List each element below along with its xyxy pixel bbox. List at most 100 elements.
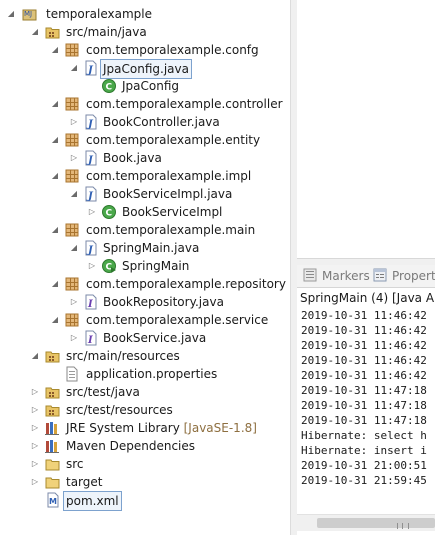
console-output[interactable]: 2019-10-31 11:46:42 2019-10-31 11:46:42 … bbox=[297, 306, 435, 514]
scrollbar-thumb[interactable] bbox=[317, 518, 435, 529]
expand-icon[interactable]: ▷ bbox=[30, 473, 40, 491]
tree-row-pkg-confg[interactable]: ◢ com.temporalexample.confg bbox=[0, 41, 290, 59]
expand-icon[interactable]: ▷ bbox=[30, 383, 40, 401]
collapse-icon[interactable]: ◢ bbox=[50, 41, 60, 59]
tree-label: SpringMain bbox=[122, 259, 190, 273]
expand-icon[interactable]: ▷ bbox=[30, 437, 40, 455]
tree-row-bookserviceimpl-java[interactable]: ◢ J BookServiceImpl.java bbox=[0, 185, 290, 203]
tree-row-pkg-service[interactable]: ◢ com.temporalexample.service bbox=[0, 311, 290, 329]
properties-icon bbox=[373, 267, 387, 282]
collapse-icon[interactable]: ◢ bbox=[50, 221, 60, 239]
runnable-class-icon: C bbox=[101, 258, 117, 274]
editor-area bbox=[297, 0, 435, 259]
tree-row-springmain-java[interactable]: ◢ J SpringMain.java bbox=[0, 239, 290, 257]
expand-icon[interactable]: ▷ bbox=[30, 419, 40, 437]
tree-label: src/main/java bbox=[66, 25, 147, 39]
expand-icon[interactable]: ▷ bbox=[69, 113, 79, 131]
tree-row-application-properties[interactable]: application.properties bbox=[0, 365, 290, 383]
jre-library-name: JRE System Library bbox=[66, 421, 180, 435]
java-file-icon: J bbox=[83, 114, 99, 130]
tree-row-maven-dependencies[interactable]: ▷ Maven Dependencies bbox=[0, 437, 290, 455]
tree-row-jpaconfig-java[interactable]: ◢ J JpaConfig.java bbox=[0, 59, 290, 79]
tree-row-pkg-controller[interactable]: ◢ com.temporalexample.controller bbox=[0, 95, 290, 113]
tree-row-bookrepository-java[interactable]: ▷ I BookRepository.java bbox=[0, 293, 290, 311]
tree-label: com.temporalexample.confg bbox=[86, 43, 259, 57]
tree-row-pkg-entity[interactable]: ◢ com.temporalexample.entity bbox=[0, 131, 290, 149]
tree-label: src/test/java bbox=[66, 385, 140, 399]
console-line: 2019-10-31 11:46:42 bbox=[301, 309, 427, 322]
console-line: 2019-10-31 11:46:42 bbox=[301, 339, 427, 352]
collapse-icon[interactable]: ◢ bbox=[69, 59, 79, 77]
tree-row-src-main-java[interactable]: ◢ src/main/java bbox=[0, 23, 290, 41]
markers-icon bbox=[303, 267, 317, 282]
java-file-icon: J bbox=[83, 186, 99, 202]
tree-row-pkg-repository[interactable]: ◢ com.temporalexample.repository bbox=[0, 275, 290, 293]
tree-label: com.temporalexample.repository bbox=[86, 277, 286, 291]
tree-row-target[interactable]: ▷ target bbox=[0, 473, 290, 491]
tree-row-jpaconfig-class[interactable]: C JpaConfig bbox=[0, 77, 290, 95]
collapse-icon[interactable]: ◢ bbox=[50, 95, 60, 113]
expand-icon[interactable]: ▷ bbox=[69, 149, 79, 167]
tree-row-src-main-resources[interactable]: ◢ src/main/resources bbox=[0, 347, 290, 365]
console-line: Hibernate: select h bbox=[301, 429, 427, 442]
expand-icon[interactable]: ▷ bbox=[69, 293, 79, 311]
project-label: temporalexample bbox=[46, 7, 153, 21]
tab-properties[interactable]: Properti bbox=[373, 265, 435, 287]
tree-row-src[interactable]: ▷ src bbox=[0, 455, 290, 473]
class-icon: C bbox=[101, 78, 117, 94]
console-line: 2019-10-31 11:47:18 bbox=[301, 414, 427, 427]
source-folder-icon bbox=[45, 384, 61, 400]
interface-file-icon: I bbox=[83, 294, 99, 310]
collapse-icon[interactable]: ◢ bbox=[30, 23, 40, 41]
tree-label: JpaConfig bbox=[122, 79, 180, 93]
tree-label: com.temporalexample.controller bbox=[86, 97, 283, 111]
collapse-icon[interactable]: ◢ bbox=[30, 347, 40, 365]
tree-row-pkg-impl[interactable]: ◢ com.temporalexample.impl bbox=[0, 167, 290, 185]
folder-icon bbox=[45, 456, 61, 472]
tree-row-pkg-main[interactable]: ◢ com.temporalexample.main bbox=[0, 221, 290, 239]
bottom-panel-tabbar: Markers Properti bbox=[297, 265, 435, 288]
sash-divider[interactable] bbox=[290, 0, 297, 535]
tree-row-src-test-java[interactable]: ▷ src/test/java bbox=[0, 383, 290, 401]
tree-row-pom-xml[interactable]: M pom.xml bbox=[0, 491, 290, 511]
console-line: 2019-10-31 11:46:42 bbox=[301, 369, 427, 382]
tree-row-project[interactable]: ◢ MJ temporalexample bbox=[0, 5, 290, 23]
class-icon: C bbox=[101, 204, 117, 220]
svg-text:C: C bbox=[106, 209, 113, 219]
tree-row-src-test-resources[interactable]: ▷ src/test/resources bbox=[0, 401, 290, 419]
expand-icon[interactable]: ▷ bbox=[69, 329, 79, 347]
collapse-icon[interactable]: ◢ bbox=[50, 275, 60, 293]
tab-markers-label: Markers bbox=[322, 269, 370, 283]
collapse-icon[interactable]: ◢ bbox=[50, 311, 60, 329]
collapse-icon[interactable]: ◢ bbox=[50, 167, 60, 185]
folder-icon bbox=[45, 474, 61, 490]
tree-label: com.temporalexample.main bbox=[86, 223, 256, 237]
collapse-icon[interactable]: ◢ bbox=[6, 5, 16, 23]
horizontal-scrollbar[interactable] bbox=[297, 514, 435, 531]
source-folder-icon bbox=[45, 24, 61, 40]
tab-markers[interactable]: Markers bbox=[303, 265, 370, 287]
package-icon bbox=[64, 312, 80, 328]
tree-row-bookserviceimpl-class[interactable]: ▷ C BookServiceImpl bbox=[0, 203, 290, 221]
package-icon bbox=[64, 42, 80, 58]
tree-row-jre-library[interactable]: ▷ JRE System Library [JavaSE-1.8] bbox=[0, 419, 290, 437]
collapse-icon[interactable]: ◢ bbox=[69, 239, 79, 257]
collapse-icon[interactable]: ◢ bbox=[69, 185, 79, 203]
expand-icon[interactable]: ▷ bbox=[30, 455, 40, 473]
expand-icon[interactable]: ▷ bbox=[30, 401, 40, 419]
tree-row-bookcontroller-java[interactable]: ▷ J BookController.java bbox=[0, 113, 290, 131]
tree-row-book-java[interactable]: ▷ J Book.java bbox=[0, 149, 290, 167]
expand-icon[interactable]: ▷ bbox=[87, 203, 97, 221]
tree-label: Book.java bbox=[103, 151, 162, 165]
expand-icon[interactable]: ▷ bbox=[87, 257, 97, 275]
svg-text:C: C bbox=[106, 83, 113, 93]
java-file-icon: J bbox=[83, 240, 99, 256]
collapse-icon[interactable]: ◢ bbox=[50, 131, 60, 149]
interface-file-icon: I bbox=[83, 330, 99, 346]
console-line: 2019-10-31 11:46:42 bbox=[301, 354, 427, 367]
tree-label: src/main/resources bbox=[66, 349, 180, 363]
tree-row-springmain-class[interactable]: ▷ C SpringMain bbox=[0, 257, 290, 275]
tree-row-bookservice-java[interactable]: ▷ I BookService.java bbox=[0, 329, 290, 347]
package-icon bbox=[64, 222, 80, 238]
svg-text:M: M bbox=[49, 497, 57, 506]
